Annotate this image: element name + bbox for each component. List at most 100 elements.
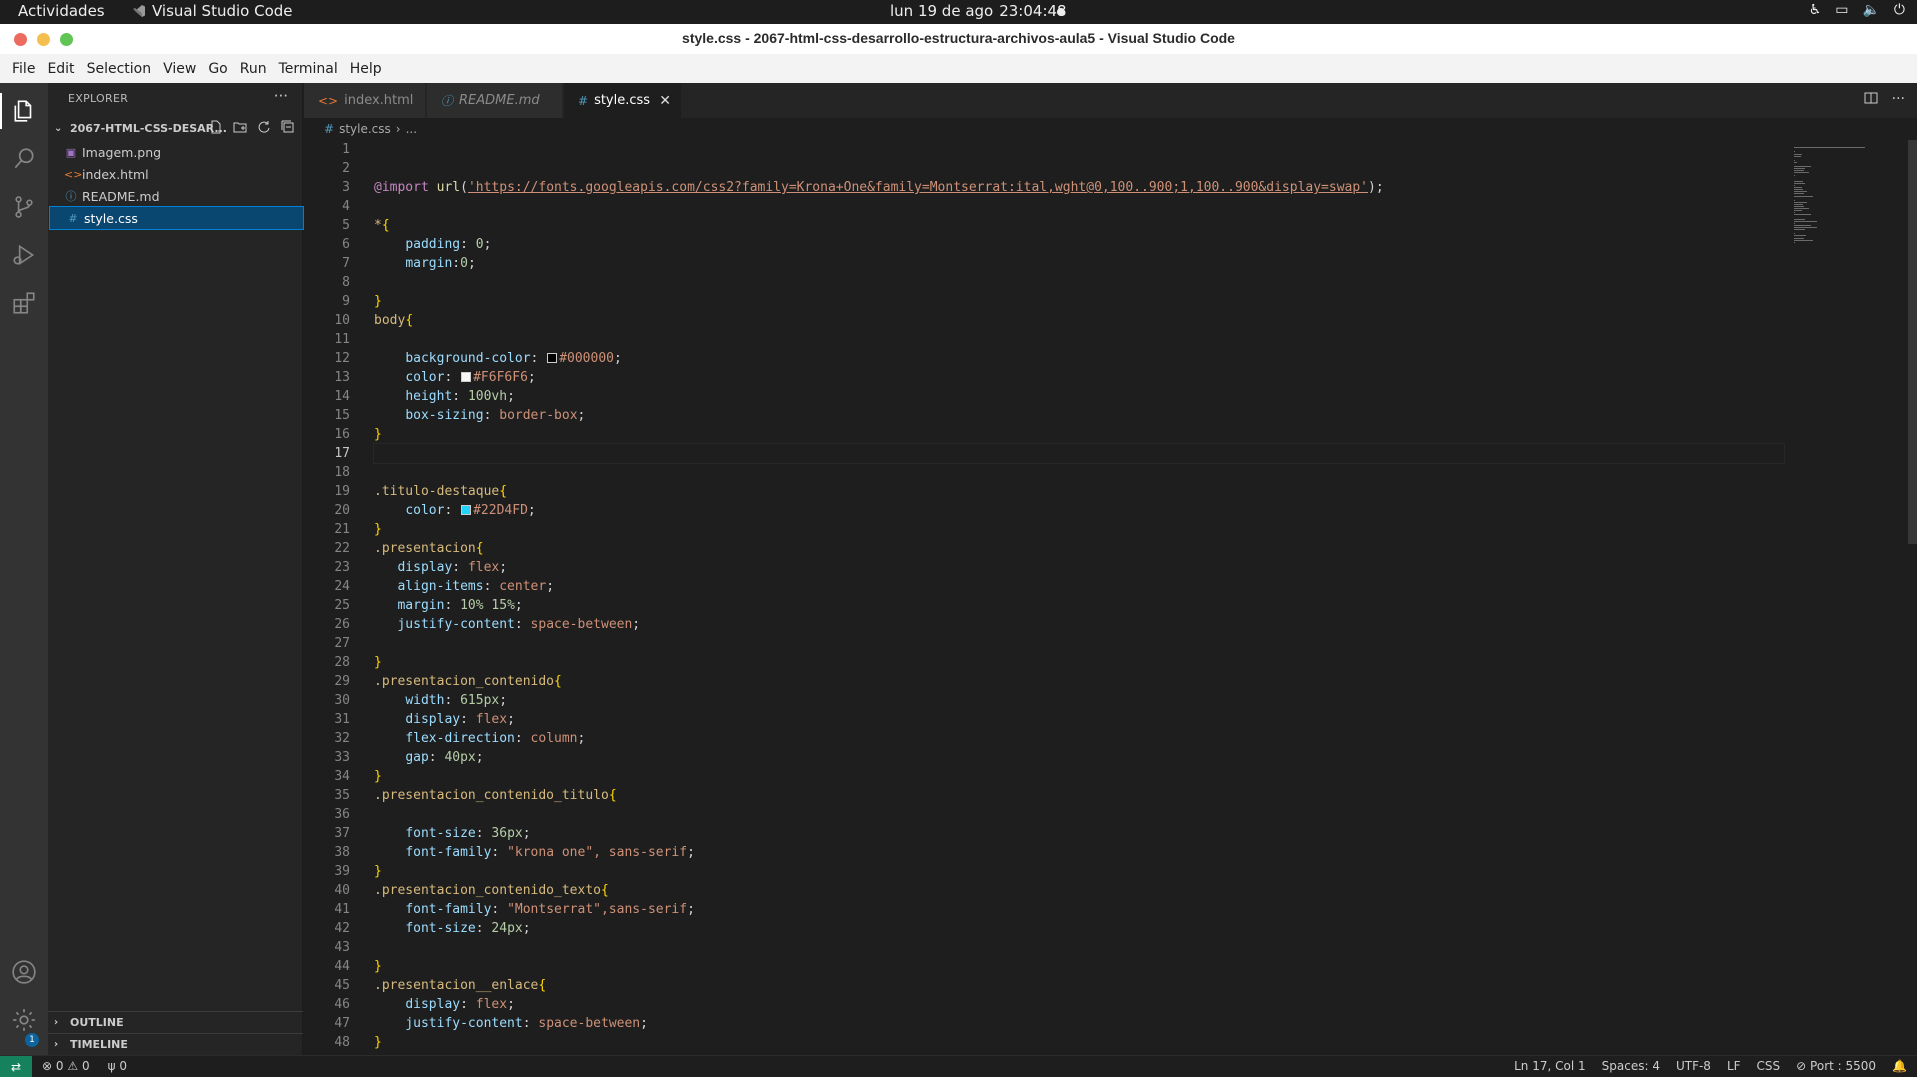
notifications-bell-icon[interactable]: 🔔 bbox=[1892, 1059, 1907, 1073]
code-line[interactable]: } bbox=[374, 292, 1774, 311]
code-line[interactable]: background-color: #000000; bbox=[374, 349, 1774, 368]
file-readme-md[interactable]: ⓘ README.md bbox=[48, 185, 303, 207]
code-line[interactable]: margin: 10% 15%; bbox=[374, 596, 1774, 615]
extensions-icon[interactable] bbox=[10, 289, 38, 317]
problems-status[interactable]: ⊗ 0 ⚠ 0 bbox=[42, 1059, 90, 1073]
code-line[interactable]: color: #F6F6F6; bbox=[374, 368, 1774, 387]
encoding[interactable]: UTF-8 bbox=[1676, 1059, 1711, 1073]
refresh-icon[interactable] bbox=[256, 119, 272, 135]
code-editor[interactable]: 1 2 3 4 5 6 7 8 9 10 11 12 13 14 15 16 17 18 19 20 21 22 23 24 2… bbox=[304, 140, 1917, 1055]
file-imagem-png[interactable]: ▣ Imagem.png bbox=[48, 141, 303, 163]
code-line[interactable] bbox=[374, 330, 1774, 349]
system-tray[interactable]: ♿ ▭ 🔈 ⏻ bbox=[1809, 2, 1905, 18]
menu-help[interactable]: Help bbox=[344, 61, 388, 77]
code-line[interactable] bbox=[374, 634, 1774, 653]
code-line[interactable] bbox=[373, 443, 1785, 464]
code-line[interactable]: } bbox=[374, 653, 1774, 672]
cursor-position[interactable]: Ln 17, Col 1 bbox=[1514, 1059, 1586, 1073]
new-file-icon[interactable] bbox=[208, 119, 224, 135]
accessibility-icon[interactable]: ♿ bbox=[1809, 2, 1822, 18]
code-line[interactable]: .presentacion_contenido_titulo{ bbox=[374, 786, 1774, 805]
tab-readme-md[interactable]: ⓘ README.md bbox=[427, 83, 563, 118]
minimap[interactable] bbox=[1794, 143, 1904, 273]
code-line[interactable] bbox=[374, 273, 1774, 292]
file-style-css[interactable]: # style.css bbox=[49, 206, 304, 230]
code-line[interactable]: } bbox=[374, 425, 1774, 444]
code-line[interactable]: display: flex; bbox=[374, 558, 1774, 577]
menu-run[interactable]: Run bbox=[234, 61, 273, 77]
language-mode[interactable]: CSS bbox=[1757, 1059, 1781, 1073]
code-line[interactable] bbox=[374, 463, 1774, 482]
tab-index-html[interactable]: <> index.html bbox=[304, 83, 426, 118]
power-icon[interactable]: ⏻ bbox=[1894, 2, 1905, 18]
code-line[interactable]: .presentacion_contenido{ bbox=[374, 672, 1774, 691]
menu-selection[interactable]: Selection bbox=[81, 61, 158, 77]
code-line[interactable]: font-size: 24px; bbox=[374, 919, 1774, 938]
code-line[interactable]: box-sizing: border-box; bbox=[374, 406, 1774, 425]
code-line[interactable]: } bbox=[374, 520, 1774, 539]
code-line[interactable]: body{ bbox=[374, 311, 1774, 330]
menu-view[interactable]: View bbox=[157, 61, 202, 77]
code-line[interactable] bbox=[374, 805, 1774, 824]
code-line[interactable]: display: flex; bbox=[374, 995, 1774, 1014]
clock[interactable]: lun 19 de ago 23:04:48 bbox=[884, 2, 1067, 20]
code-line[interactable]: font-family: "krona one", sans-serif; bbox=[374, 843, 1774, 862]
code-line[interactable]: margin:0; bbox=[374, 254, 1774, 273]
source-control-icon[interactable] bbox=[10, 193, 38, 221]
code-line[interactable]: } bbox=[374, 957, 1774, 976]
run-debug-icon[interactable] bbox=[10, 241, 38, 269]
color-swatch[interactable] bbox=[547, 353, 558, 363]
tab-style-css[interactable]: # style.css ✕ bbox=[564, 83, 682, 118]
breadcrumb-file[interactable]: style.css bbox=[339, 122, 391, 136]
code-content[interactable]: @import url('https://fonts.googleapis.co… bbox=[373, 140, 1785, 1052]
code-line[interactable] bbox=[374, 197, 1774, 216]
outline-section[interactable]: › OUTLINE bbox=[48, 1011, 303, 1033]
code-line[interactable]: justify-content: space-between; bbox=[374, 1014, 1774, 1033]
volume-icon[interactable]: 🔈 bbox=[1862, 2, 1879, 18]
split-editor-icon[interactable] bbox=[1864, 91, 1878, 109]
code-line[interactable] bbox=[374, 938, 1774, 957]
more-actions-icon[interactable]: ··· bbox=[1892, 91, 1905, 109]
code-line[interactable]: flex-direction: column; bbox=[374, 729, 1774, 748]
screen-icon[interactable]: ▭ bbox=[1835, 2, 1848, 18]
code-line[interactable]: @import url('https://fonts.googleapis.co… bbox=[374, 178, 1774, 197]
close-icon[interactable]: ✕ bbox=[659, 93, 671, 109]
code-line[interactable]: .titulo-destaque{ bbox=[374, 482, 1774, 501]
app-menu[interactable]: Visual Studio Code bbox=[132, 2, 293, 20]
code-line[interactable]: *{ bbox=[374, 216, 1774, 235]
editor-scrollbar[interactable] bbox=[1908, 140, 1917, 544]
menu-terminal[interactable]: Terminal bbox=[273, 61, 344, 77]
code-line[interactable]: display: flex; bbox=[374, 710, 1774, 729]
code-line[interactable]: padding: 0; bbox=[374, 235, 1774, 254]
code-line[interactable]: align-items: center; bbox=[374, 577, 1774, 596]
code-line[interactable] bbox=[374, 159, 1774, 178]
ports-status[interactable]: ψ 0 bbox=[108, 1059, 127, 1073]
code-line[interactable]: width: 615px; bbox=[374, 691, 1774, 710]
live-server-port[interactable]: ⊘ Port : 5500 bbox=[1796, 1059, 1876, 1073]
indentation[interactable]: Spaces: 4 bbox=[1602, 1059, 1660, 1073]
account-icon[interactable] bbox=[10, 958, 38, 986]
explorer-more-icon[interactable]: ··· bbox=[274, 87, 288, 105]
color-swatch[interactable] bbox=[461, 505, 472, 515]
code-line[interactable]: font-family: "Montserrat",sans-serif; bbox=[374, 900, 1774, 919]
activities-button[interactable]: Actividades bbox=[18, 2, 105, 20]
code-line[interactable]: .presentacion__enlace{ bbox=[374, 976, 1774, 995]
color-swatch[interactable] bbox=[461, 372, 472, 382]
code-line[interactable]: .presentacion{ bbox=[374, 539, 1774, 558]
explorer-icon[interactable] bbox=[10, 97, 38, 125]
code-line[interactable] bbox=[374, 140, 1774, 159]
code-line[interactable]: color: #22D4FD; bbox=[374, 501, 1774, 520]
menu-edit[interactable]: Edit bbox=[41, 61, 80, 77]
code-line[interactable]: height: 100vh; bbox=[374, 387, 1774, 406]
breadcrumb-symbols[interactable]: ... bbox=[406, 122, 417, 136]
new-folder-icon[interactable] bbox=[232, 119, 248, 135]
code-line[interactable]: } bbox=[374, 1033, 1774, 1052]
code-line[interactable]: .presentacion_contenido_texto{ bbox=[374, 881, 1774, 900]
end-of-line[interactable]: LF bbox=[1727, 1059, 1741, 1073]
collapse-all-icon[interactable] bbox=[280, 119, 296, 135]
file-index-html[interactable]: <> index.html bbox=[48, 163, 303, 185]
code-line[interactable]: } bbox=[374, 767, 1774, 786]
remote-indicator-icon[interactable]: ⇄ bbox=[0, 1056, 32, 1077]
timeline-section[interactable]: › TIMELINE bbox=[48, 1033, 303, 1055]
code-line[interactable]: justify-content: space-between; bbox=[374, 615, 1774, 634]
